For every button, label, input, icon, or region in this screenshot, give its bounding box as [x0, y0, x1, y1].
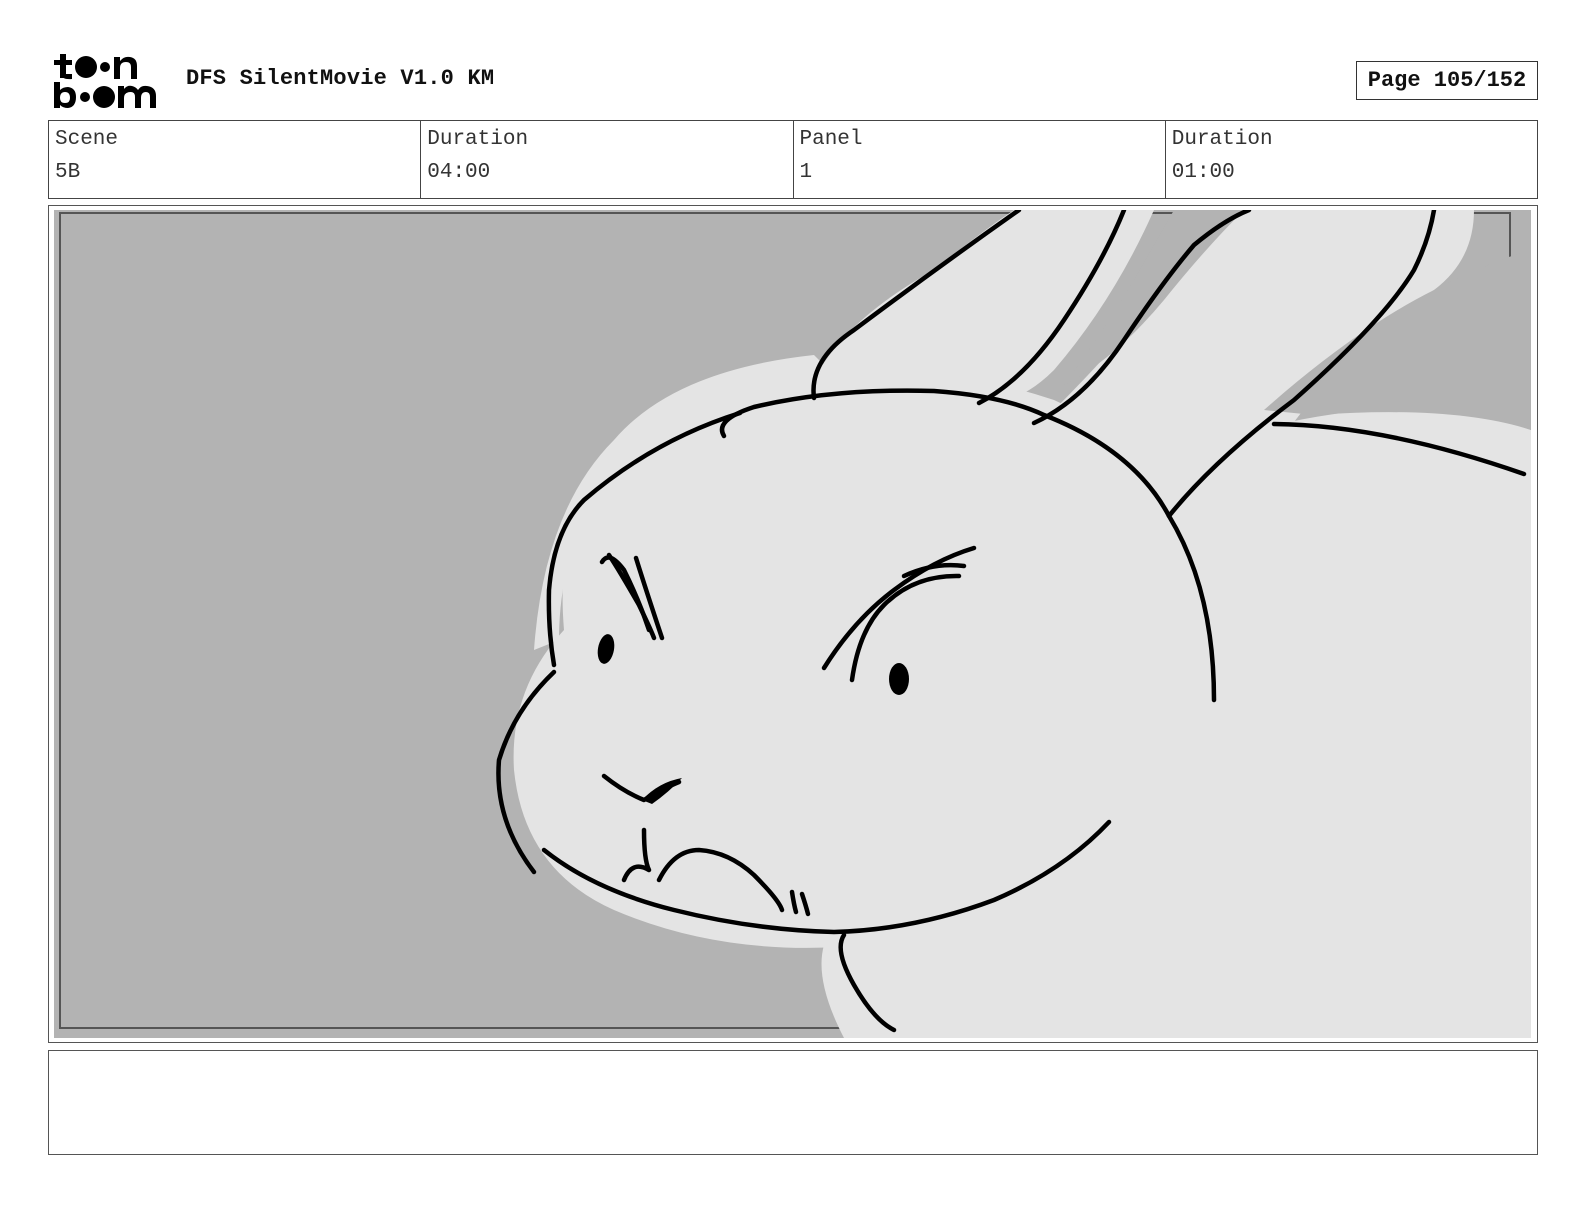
panel-duration-label: Duration: [1171, 128, 1273, 151]
document-title: DFS SilentMovie V1.0 KM: [186, 66, 495, 91]
panel-cell: Panel 1: [794, 121, 1166, 198]
scene-label: Scene: [55, 128, 119, 151]
panel-value: 1: [799, 161, 813, 184]
toon-boom-logo-icon: [54, 54, 156, 108]
scene-duration-label: Duration: [427, 128, 529, 151]
storyboard-panel[interactable]: [48, 205, 1538, 1043]
scene-value: 5B: [55, 161, 81, 184]
angry-rabbit-sketch-icon: [54, 210, 1531, 1038]
page-counter: Page 105/152: [1356, 61, 1538, 100]
panel-notes[interactable]: [48, 1050, 1538, 1155]
panel-label: Panel: [799, 128, 863, 151]
page-counter-label: Page 105/152: [1367, 68, 1527, 93]
toon-boom-logo: [52, 52, 164, 110]
scene-duration-cell: Duration 04:00: [421, 121, 794, 198]
panel-duration-value: 01:00: [1171, 161, 1235, 184]
scene-cell: Scene 5B: [49, 121, 422, 198]
panel-duration-cell: Duration 01:00: [1166, 121, 1537, 198]
scene-info-table: Scene 5B Duration 04:00 Panel 1 Duration…: [48, 120, 1538, 199]
scene-duration-value: 04:00: [427, 161, 491, 184]
